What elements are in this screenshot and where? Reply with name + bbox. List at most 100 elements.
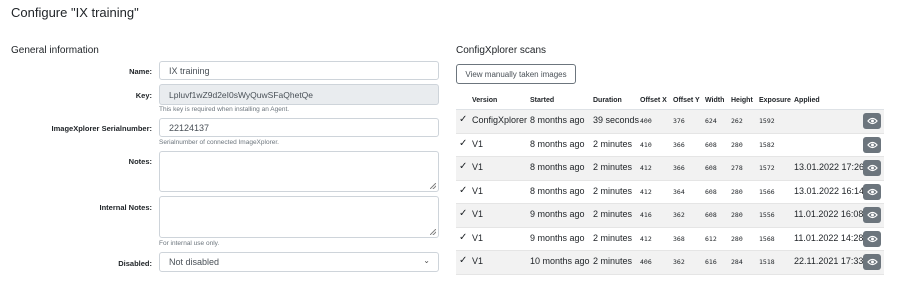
cell-exposure: 1568 xyxy=(759,234,775,243)
cell-duration: 2 minutes xyxy=(593,232,633,243)
cell-offset-y: 376 xyxy=(673,117,685,125)
cell-width: 616 xyxy=(705,258,717,266)
check-icon: ✓ xyxy=(459,255,468,266)
view-scan-button[interactable] xyxy=(863,160,881,176)
cell-width: 608 xyxy=(705,164,717,172)
cell-version: ConfigXplorer xyxy=(472,115,528,125)
cell-started: 8 months ago xyxy=(530,115,585,125)
name-label: Name: xyxy=(129,67,152,76)
col-exposure[interactable]: Exposure xyxy=(759,97,791,104)
cell-version: V1 xyxy=(472,138,484,149)
cell-exposure: 1572 xyxy=(759,164,775,172)
cell-height: 280 xyxy=(731,187,743,196)
cell-version: V1 xyxy=(472,185,484,196)
cell-exposure: 1556 xyxy=(759,211,775,219)
cell-height: 280 xyxy=(731,140,743,149)
cell-duration: 2 minutes xyxy=(593,256,633,266)
table-row: ✓ V1 8 months ago 2 minutes 412 364 608 280 1566… xyxy=(456,181,884,204)
eye-icon xyxy=(866,258,878,266)
col-height[interactable]: Height xyxy=(731,97,753,104)
check-icon: ✓ xyxy=(459,208,468,219)
check-icon: ✓ xyxy=(459,184,468,196)
col-duration[interactable]: Duration xyxy=(593,97,622,104)
cell-width: 624 xyxy=(705,117,717,125)
check-icon: ✓ xyxy=(459,231,468,243)
cell-applied: 11.01.2022 16:08 xyxy=(794,209,864,219)
disabled-select-value: Not disabled xyxy=(169,257,220,267)
resize-grip-icon[interactable] xyxy=(430,229,436,235)
cell-duration: 2 minutes xyxy=(593,162,633,172)
cell-duration: 39 seconds xyxy=(593,115,640,125)
key-help-text: This key is required when installing an … xyxy=(159,106,290,113)
cell-started: 8 months ago xyxy=(530,185,585,196)
view-scan-button[interactable] xyxy=(863,136,881,153)
cell-height: 284 xyxy=(731,258,743,266)
cell-started: 8 months ago xyxy=(530,162,585,172)
cell-offset-y: 366 xyxy=(673,140,685,149)
cell-started: 10 months ago xyxy=(530,256,590,266)
table-row: ✓ V1 10 months ago 2 minutes 406 362 616 284 151… xyxy=(456,251,884,275)
cell-offset-x: 400 xyxy=(640,117,652,125)
cell-offset-y: 362 xyxy=(673,211,685,219)
cell-offset-x: 410 xyxy=(640,140,652,149)
col-started[interactable]: Started xyxy=(530,97,554,104)
col-offset-y[interactable]: Offset Y xyxy=(673,97,700,104)
key-label: Key: xyxy=(135,91,152,100)
cell-offset-x: 412 xyxy=(640,164,652,172)
cell-offset-x: 412 xyxy=(640,234,652,243)
check-icon: ✓ xyxy=(459,114,468,125)
cell-exposure: 1566 xyxy=(759,187,775,196)
cell-offset-y: 364 xyxy=(673,187,685,196)
internal-notes-textarea[interactable] xyxy=(159,196,439,238)
disabled-label: Disabled: xyxy=(118,259,152,268)
cell-started: 9 months ago xyxy=(530,232,585,243)
cell-width: 612 xyxy=(705,234,717,243)
view-scan-button[interactable] xyxy=(863,230,881,247)
serial-input[interactable]: 22124137 xyxy=(159,118,439,137)
general-section-title: General information xyxy=(11,45,99,56)
view-scan-button[interactable] xyxy=(863,207,881,223)
cell-duration: 2 minutes xyxy=(593,185,633,196)
scans-section-title: ConfigXplorer scans xyxy=(456,45,547,56)
col-applied[interactable]: Applied xyxy=(794,97,820,104)
cell-width: 608 xyxy=(705,211,717,219)
view-manual-images-button[interactable]: View manually taken images xyxy=(456,64,576,84)
cell-exposure: 1582 xyxy=(759,140,775,149)
notes-label: Notes: xyxy=(128,157,152,166)
table-row: ✓ V1 9 months ago 2 minutes 416 362 608 280 1556… xyxy=(456,204,884,228)
key-field[interactable]: Lpluvf1wZ9d2eI0sWyQuwSFaQhetQe xyxy=(159,84,439,105)
cell-offset-x: 416 xyxy=(640,211,652,219)
internal-notes-label: Internal Notes: xyxy=(99,203,152,212)
cell-width: 608 xyxy=(705,140,717,149)
cell-started: 9 months ago xyxy=(530,209,585,219)
cell-version: V1 xyxy=(472,209,484,219)
cell-height: 280 xyxy=(731,211,743,219)
name-input[interactable]: IX training xyxy=(159,61,439,80)
table-header: Version Started Duration Offset X Offset… xyxy=(456,93,884,110)
notes-textarea[interactable] xyxy=(159,151,439,192)
cell-started: 8 months ago xyxy=(530,138,585,149)
scans-table: Version Started Duration Offset X Offset… xyxy=(456,93,884,275)
page-title: Configure "IX training" xyxy=(11,5,139,20)
view-scan-button[interactable] xyxy=(863,183,881,200)
cell-offset-y: 368 xyxy=(673,234,685,243)
eye-icon xyxy=(866,117,878,125)
disabled-select[interactable]: Not disabled ⌄ xyxy=(159,252,439,272)
eye-icon xyxy=(866,211,878,219)
table-row: ✓ V1 8 months ago 2 minutes 410 366 608 280 1582 xyxy=(456,134,884,157)
cell-version: V1 xyxy=(472,162,484,172)
cell-offset-x: 406 xyxy=(640,258,652,266)
cell-applied: 22.11.2021 17:33 xyxy=(794,256,864,266)
cell-exposure: 1592 xyxy=(759,117,775,125)
cell-offset-x: 412 xyxy=(640,187,652,196)
cell-width: 608 xyxy=(705,187,717,196)
cell-height: 262 xyxy=(731,117,743,125)
view-scan-button[interactable] xyxy=(863,254,881,270)
eye-icon xyxy=(866,164,878,172)
cell-version: V1 xyxy=(472,256,484,266)
col-offset-x[interactable]: Offset X xyxy=(640,97,667,104)
col-version[interactable]: Version xyxy=(472,97,497,104)
resize-grip-icon[interactable] xyxy=(430,183,436,189)
col-width[interactable]: Width xyxy=(705,97,724,104)
view-scan-button[interactable] xyxy=(863,113,881,129)
